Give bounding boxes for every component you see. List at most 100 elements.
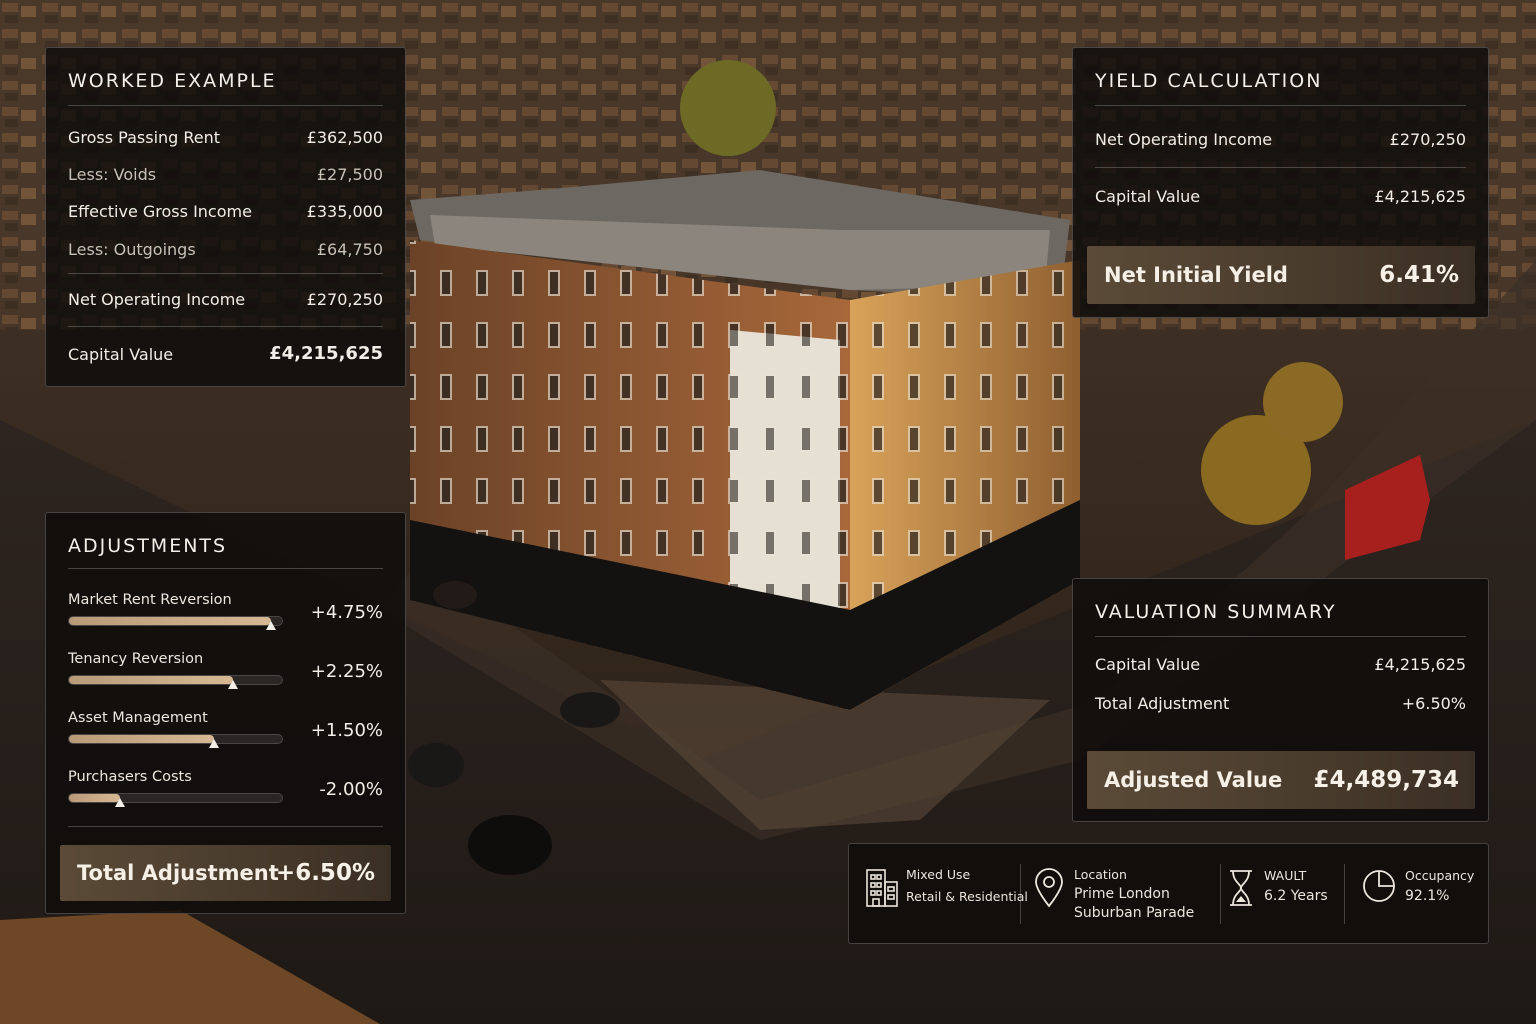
adjustment-purchasers-costs: Purchasers Costs -2.00% [68, 769, 383, 815]
adjustment-bar-fill [69, 617, 272, 625]
info-wault: WAULT 6.2 Years [1221, 844, 1344, 943]
row-value: £4,215,625 [1374, 187, 1466, 206]
info-value: Prime London [1074, 886, 1170, 902]
net-initial-yield-highlight: Net Initial Yield 6.41% [1087, 246, 1475, 304]
row-label: Less: Outgoings [68, 240, 196, 259]
divider [68, 826, 383, 827]
row-less-voids: Less: Voids £27,500 [68, 165, 383, 187]
info-value: 6.2 Years [1264, 888, 1328, 904]
divider [68, 568, 383, 569]
row-less-outgoings: Less: Outgoings £64,750 [68, 240, 383, 262]
adjustment-marker-icon [115, 798, 126, 807]
info-label: Location [1074, 867, 1127, 882]
row-value: £4,215,625 [1374, 655, 1466, 674]
worked-example-panel: WORKED EXAMPLE Gross Passing Rent £362,5… [45, 47, 406, 387]
adjustment-bar-fill [69, 735, 214, 743]
adjustment-label: Market Rent Reversion [68, 592, 232, 608]
building-icon [866, 869, 898, 907]
row-capital-value: Capital Value £4,215,625 [68, 343, 383, 367]
valuation-summary-title: VALUATION SUMMARY [1095, 601, 1337, 623]
divider [1095, 167, 1466, 168]
adjustment-bar [68, 734, 283, 748]
info-location: Location Prime London Suburban Parade [1021, 844, 1221, 943]
net-initial-yield-value: 6.41% [1379, 262, 1459, 288]
info-label: WAULT [1264, 868, 1307, 883]
adjustment-bar [68, 793, 283, 807]
adjusted-value-value: £4,489,734 [1313, 767, 1459, 793]
row-effective-gross-income: Effective Gross Income £335,000 [68, 202, 383, 224]
adjustment-marker-icon [208, 739, 219, 748]
divider [68, 326, 383, 327]
adjustment-bar [68, 675, 283, 689]
adjustments-panel: ADJUSTMENTS Market Rent Reversion +4.75%… [45, 512, 406, 914]
valuation-summary-panel: VALUATION SUMMARY Capital Value £4,215,6… [1072, 578, 1489, 822]
row-value: £27,500 [316, 165, 383, 184]
row-net-operating-income: Net Operating Income £270,250 [68, 290, 383, 312]
info-value: Suburban Parade [1074, 905, 1195, 921]
row-label: Capital Value [68, 345, 174, 364]
row-value: £335,000 [306, 202, 383, 221]
row-label: Less: Voids [68, 165, 157, 184]
yield-calculation-panel: YIELD CALCULATION Net Operating Income £… [1072, 47, 1489, 318]
adjustment-value: +4.75% [310, 602, 383, 623]
adjustments-title: ADJUSTMENTS [68, 535, 228, 557]
adjusted-value-highlight: Adjusted Value £4,489,734 [1087, 751, 1475, 809]
row-label: Capital Value [1095, 655, 1201, 674]
total-adjustment-label: Total Adjustment [77, 861, 279, 885]
info-value: 92.1% [1405, 888, 1450, 904]
adjustment-label: Tenancy Reversion [68, 651, 204, 667]
row-label: Total Adjustment [1095, 694, 1230, 713]
divider [68, 105, 383, 106]
adjustment-label: Purchasers Costs [68, 769, 192, 785]
info-text: WAULT 6.2 Years [1264, 865, 1328, 906]
worked-example-title: WORKED EXAMPLE [68, 70, 277, 92]
row-value: £270,250 [306, 290, 383, 309]
info-value: Retail & Residential [906, 889, 1028, 904]
info-text: Location Prime London Suburban Parade [1074, 865, 1194, 923]
row-value: £362,500 [306, 128, 383, 147]
adjustment-bar-fill [69, 794, 121, 802]
net-initial-yield-label: Net Initial Yield [1104, 263, 1288, 287]
row-label: Gross Passing Rent [68, 128, 221, 147]
adjustment-bar-fill [69, 676, 233, 684]
adjusted-value-label: Adjusted Value [1104, 768, 1283, 792]
row-value: £64,750 [316, 240, 383, 259]
divider [1095, 105, 1466, 106]
adjustment-label: Asset Management [68, 710, 208, 726]
pie-chart-icon [1363, 870, 1395, 902]
info-occupancy: Occupancy 92.1% [1345, 844, 1490, 943]
row-gross-passing-rent: Gross Passing Rent £362,500 [68, 128, 383, 150]
adjustment-tenancy-reversion: Tenancy Reversion +2.25% [68, 651, 383, 697]
adjustment-value: +1.50% [310, 720, 383, 741]
divider [68, 273, 383, 274]
hourglass-icon [1230, 870, 1252, 906]
location-pin-icon [1035, 868, 1063, 908]
info-mixed-use: Mixed Use Retail & Residential [849, 844, 1028, 943]
property-info-strip: Mixed Use Retail & Residential Location … [848, 843, 1489, 944]
info-text: Mixed Use Retail & Residential [906, 864, 1028, 908]
row-capital-value: Capital Value £4,215,625 [1095, 187, 1466, 209]
info-label: Occupancy [1405, 868, 1475, 883]
row-label: Capital Value [1095, 187, 1201, 206]
row-value: £270,250 [1389, 130, 1466, 149]
row-net-operating-income: Net Operating Income £270,250 [1095, 130, 1466, 152]
info-text: Occupancy 92.1% [1405, 865, 1474, 906]
row-label: Effective Gross Income [68, 202, 252, 221]
row-label: Net Operating Income [1095, 130, 1273, 149]
adjustment-value: -2.00% [319, 779, 383, 800]
total-adjustment-value: +6.50% [275, 860, 375, 886]
adjustment-bar [68, 616, 283, 630]
adjustment-value: +2.25% [310, 661, 383, 682]
info-label: Mixed Use [906, 867, 971, 882]
divider [1095, 636, 1466, 637]
total-adjustment-highlight: Total Adjustment +6.50% [60, 845, 391, 901]
row-capital-value: Capital Value £4,215,625 [1095, 655, 1466, 677]
yield-calculation-title: YIELD CALCULATION [1095, 70, 1323, 92]
adjustment-marker-icon [266, 621, 277, 630]
row-value: £4,215,625 [269, 343, 383, 364]
adjustment-market-rent-reversion: Market Rent Reversion +4.75% [68, 592, 383, 638]
row-total-adjustment: Total Adjustment +6.50% [1095, 694, 1466, 716]
adjustment-marker-icon [228, 680, 238, 689]
row-label: Net Operating Income [68, 290, 246, 309]
adjustment-asset-management: Asset Management +1.50% [68, 710, 383, 756]
